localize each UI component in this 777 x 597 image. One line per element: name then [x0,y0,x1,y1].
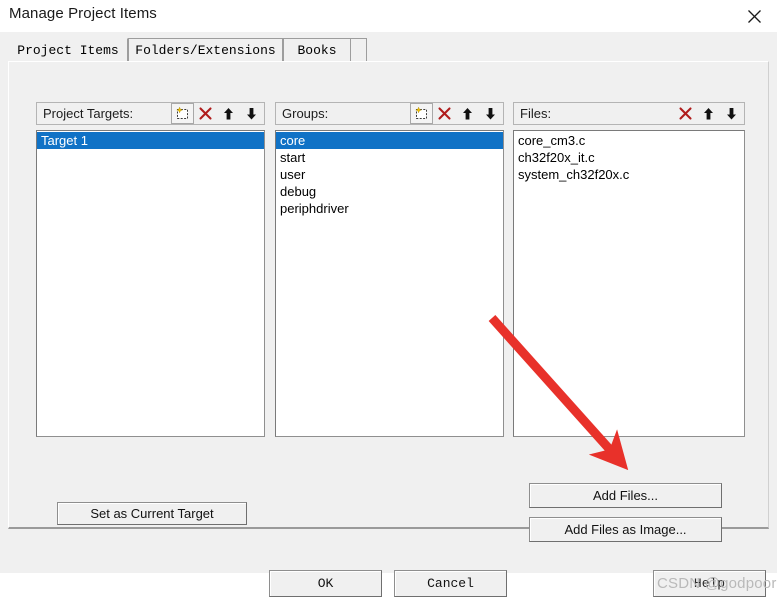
move-down-icon [484,107,497,121]
tab-project-items[interactable]: Project Items [8,38,128,62]
delete-button[interactable] [433,103,456,124]
files-header: Files: [513,102,745,125]
page-title: Manage Project Items [9,5,157,22]
button-label: Add Files as Image... [564,522,687,537]
delete-icon [437,106,452,121]
groups-label: Groups: [282,106,329,121]
groups-list[interactable]: core start user debug periphdriver [275,130,504,437]
files-list[interactable]: core_cm3.c ch32f20x_it.c system_ch32f20x… [513,130,745,437]
set-as-current-target-button[interactable]: Set as Current Target [57,502,247,525]
move-up-button[interactable] [456,103,479,124]
close-icon [747,9,762,24]
new-item-button[interactable] [171,103,194,124]
files-toolbar [674,103,743,124]
tab-folders-extensions[interactable]: Folders/Extensions [128,38,283,62]
move-down-button[interactable] [479,103,502,124]
move-up-icon [702,107,715,121]
move-down-button[interactable] [240,103,263,124]
move-up-button[interactable] [217,103,240,124]
tab-label: Folders/Extensions [135,43,276,58]
list-item[interactable]: start [276,149,503,166]
move-down-icon [725,107,738,121]
list-item[interactable]: core_cm3.c [514,132,744,149]
tab-books[interactable]: Books [283,38,351,62]
new-item-button[interactable] [410,103,433,124]
title-bar: Manage Project Items [0,0,777,32]
button-label: Add Files... [592,488,659,503]
cancel-button[interactable]: Cancel [394,570,507,597]
close-button[interactable] [731,0,777,32]
move-down-icon [245,107,258,121]
delete-icon [198,106,213,121]
tab-label: Project Items [17,43,119,58]
watermark: CSDN @godpoor [657,575,777,592]
delete-button[interactable] [194,103,217,124]
list-item[interactable]: core [276,132,503,149]
groups-panel: Groups: core start user debug periphdriv… [275,102,504,437]
new-item-icon [175,106,190,121]
button-label: Set as Current Target [90,506,214,521]
project-targets-toolbar [171,103,263,124]
list-item[interactable]: debug [276,183,503,200]
tab-strip-filler [351,38,367,62]
files-panel: Files: core_cm3.c ch32f20x_it.c system_c… [513,102,745,437]
move-down-button[interactable] [720,103,743,124]
project-targets-header: Project Targets: [36,102,265,125]
move-up-icon [222,107,235,121]
list-item[interactable]: Target 1 [37,132,264,149]
project-targets-label: Project Targets: [43,106,134,121]
list-item[interactable]: user [276,166,503,183]
new-item-icon [414,106,429,121]
delete-icon [678,106,693,121]
tab-label: Books [297,43,337,58]
project-targets-list[interactable]: Target 1 [36,130,265,437]
delete-button[interactable] [674,103,697,124]
move-up-icon [461,107,474,121]
list-item[interactable]: system_ch32f20x.c [514,166,744,183]
button-label: OK [317,576,334,591]
dialog-body: Project Items Folders/Extensions Books P… [0,32,777,597]
ok-button[interactable]: OK [269,570,382,597]
files-label: Files: [520,106,552,121]
add-files-button[interactable]: Add Files... [529,483,722,508]
add-files-as-image-button[interactable]: Add Files as Image... [529,517,722,542]
groups-header: Groups: [275,102,504,125]
move-up-button[interactable] [697,103,720,124]
tab-strip: Project Items Folders/Extensions Books [8,38,769,62]
list-item[interactable]: periphdriver [276,200,503,217]
project-targets-panel: Project Targets: Target 1 [36,102,265,437]
button-label: Cancel [427,576,474,591]
list-item[interactable]: ch32f20x_it.c [514,149,744,166]
groups-toolbar [410,103,502,124]
